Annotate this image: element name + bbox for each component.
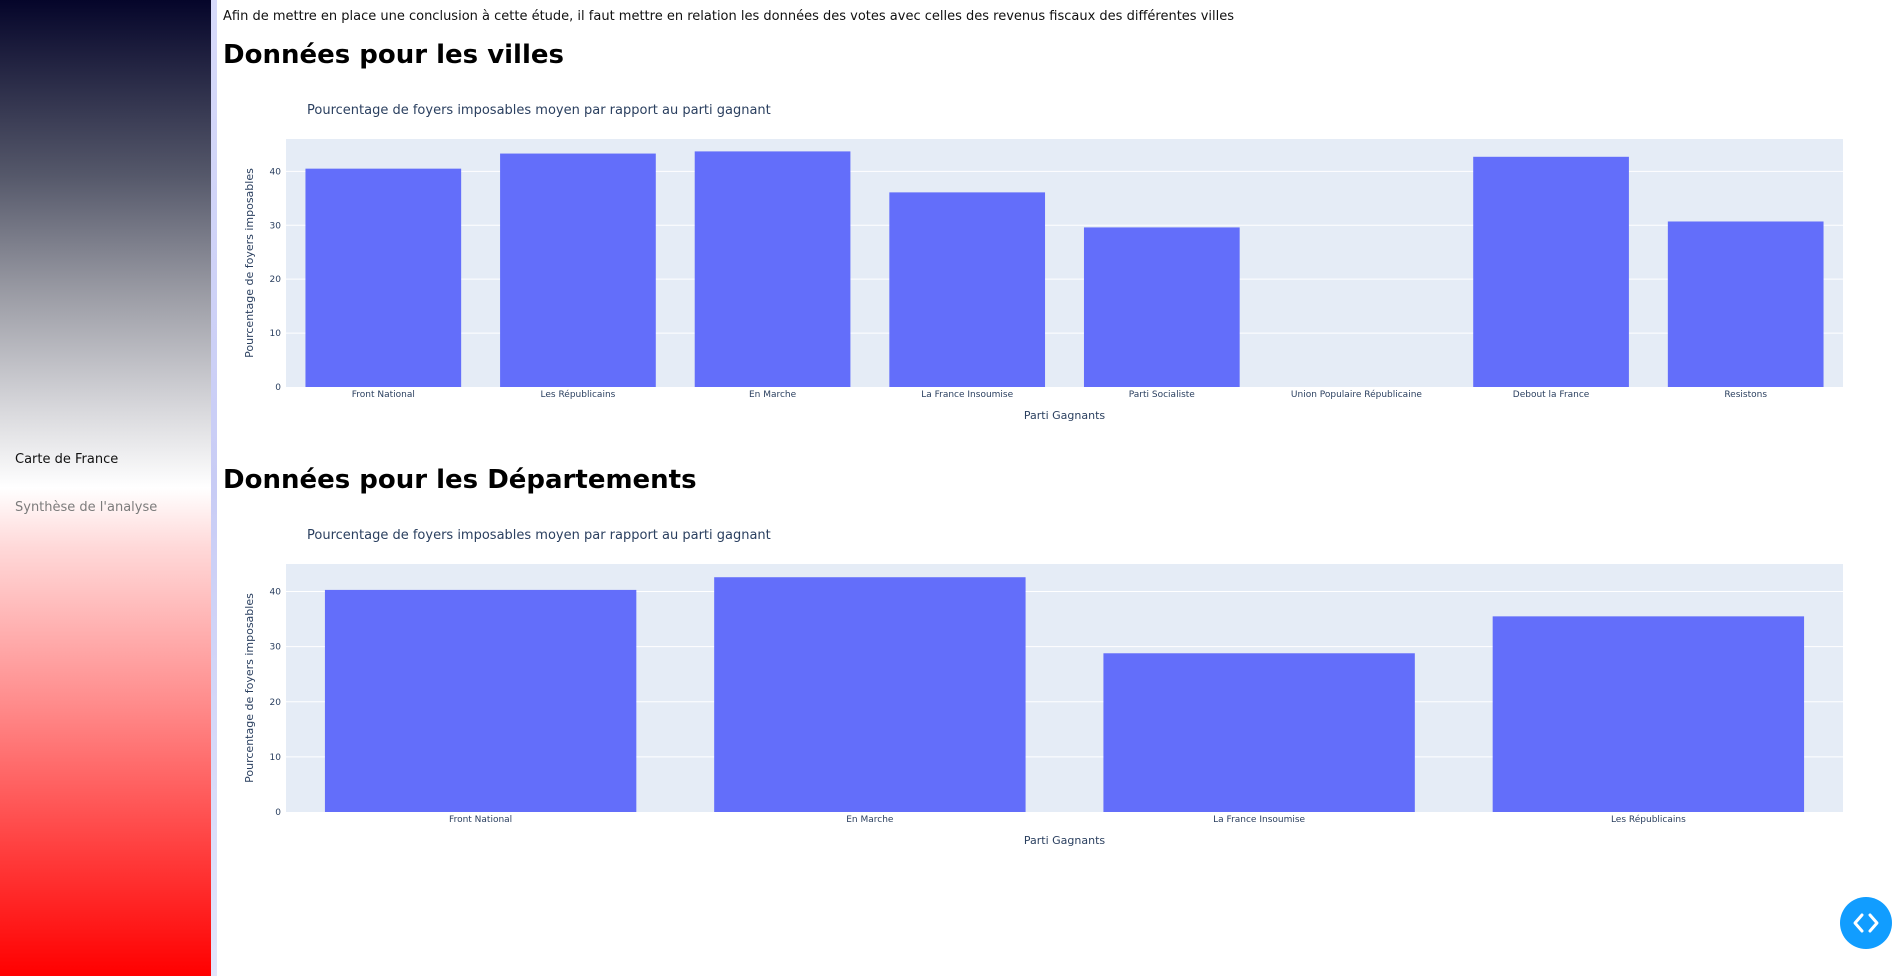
intro-text: Afin de mettre en place une conclusion à… <box>223 9 1234 24</box>
bar-chart: Pourcentage de foyers imposables moyen p… <box>243 103 1843 422</box>
bar[interactable] <box>1667 221 1824 387</box>
x-axis-label: Parti Gagnants <box>1024 409 1106 422</box>
sidebar-edge <box>211 0 217 976</box>
sidebar-item-carte-de-france[interactable]: Carte de France <box>15 452 118 467</box>
x-tick-label: Parti Socialiste <box>1129 390 1196 400</box>
x-tick-label: Les Républicains <box>541 389 616 400</box>
x-tick-label: Resistons <box>1724 390 1767 400</box>
chart-title: Pourcentage de foyers imposables moyen p… <box>307 528 771 543</box>
bar[interactable] <box>1103 653 1415 812</box>
sidebar: Carte de France Synthèse de l'analyse <box>0 0 211 976</box>
x-tick-label: Les Républicains <box>1611 814 1686 825</box>
y-axis-label: Pourcentage de foyers imposables <box>243 593 256 783</box>
page-nav-button[interactable] <box>1840 897 1892 949</box>
y-axis-label: Pourcentage de foyers imposables <box>243 168 256 358</box>
x-tick-label: La France Insoumise <box>921 390 1013 400</box>
y-tick-label: 40 <box>270 588 282 598</box>
y-tick-label: 20 <box>270 698 282 708</box>
bar[interactable] <box>500 153 656 387</box>
chart-departements: Pourcentage de foyers imposables moyen p… <box>223 520 1883 850</box>
bar[interactable] <box>324 589 637 812</box>
bar[interactable] <box>889 192 1046 387</box>
sidebar-item-synthese[interactable]: Synthèse de l'analyse <box>15 500 157 515</box>
main-content: Afin de mettre en place une conclusion à… <box>223 0 1883 976</box>
bar-chart: Pourcentage de foyers imposables moyen p… <box>243 528 1843 847</box>
x-axis-label: Parti Gagnants <box>1024 834 1106 847</box>
y-tick-label: 10 <box>270 753 282 763</box>
x-tick-label: Front National <box>352 390 415 400</box>
bar[interactable] <box>1083 227 1240 387</box>
bar[interactable] <box>1473 156 1629 387</box>
y-tick-label: 40 <box>270 167 282 177</box>
code-brackets-icon <box>1853 913 1879 933</box>
bar[interactable] <box>694 151 851 387</box>
y-tick-label: 0 <box>275 808 281 818</box>
bar[interactable] <box>714 577 1026 812</box>
x-tick-label: Union Populaire Républicaine <box>1291 389 1422 400</box>
x-tick-label: Front National <box>449 815 512 825</box>
x-tick-label: Debout la France <box>1513 390 1590 400</box>
section-title-villes: Données pour les villes <box>223 40 564 70</box>
x-tick-label: La France Insoumise <box>1213 815 1305 825</box>
x-tick-label: En Marche <box>846 815 894 825</box>
chart-title: Pourcentage de foyers imposables moyen p… <box>307 103 771 118</box>
chart-villes: Pourcentage de foyers imposables moyen p… <box>223 95 1883 425</box>
bar[interactable] <box>1492 616 1805 812</box>
y-tick-label: 10 <box>270 329 282 339</box>
y-tick-label: 30 <box>270 643 282 653</box>
y-tick-label: 20 <box>270 275 282 285</box>
bar[interactable] <box>305 168 462 387</box>
x-tick-label: En Marche <box>749 390 797 400</box>
y-tick-label: 0 <box>275 383 281 393</box>
y-tick-label: 30 <box>270 221 282 231</box>
section-title-departements: Données pour les Départements <box>223 465 697 495</box>
